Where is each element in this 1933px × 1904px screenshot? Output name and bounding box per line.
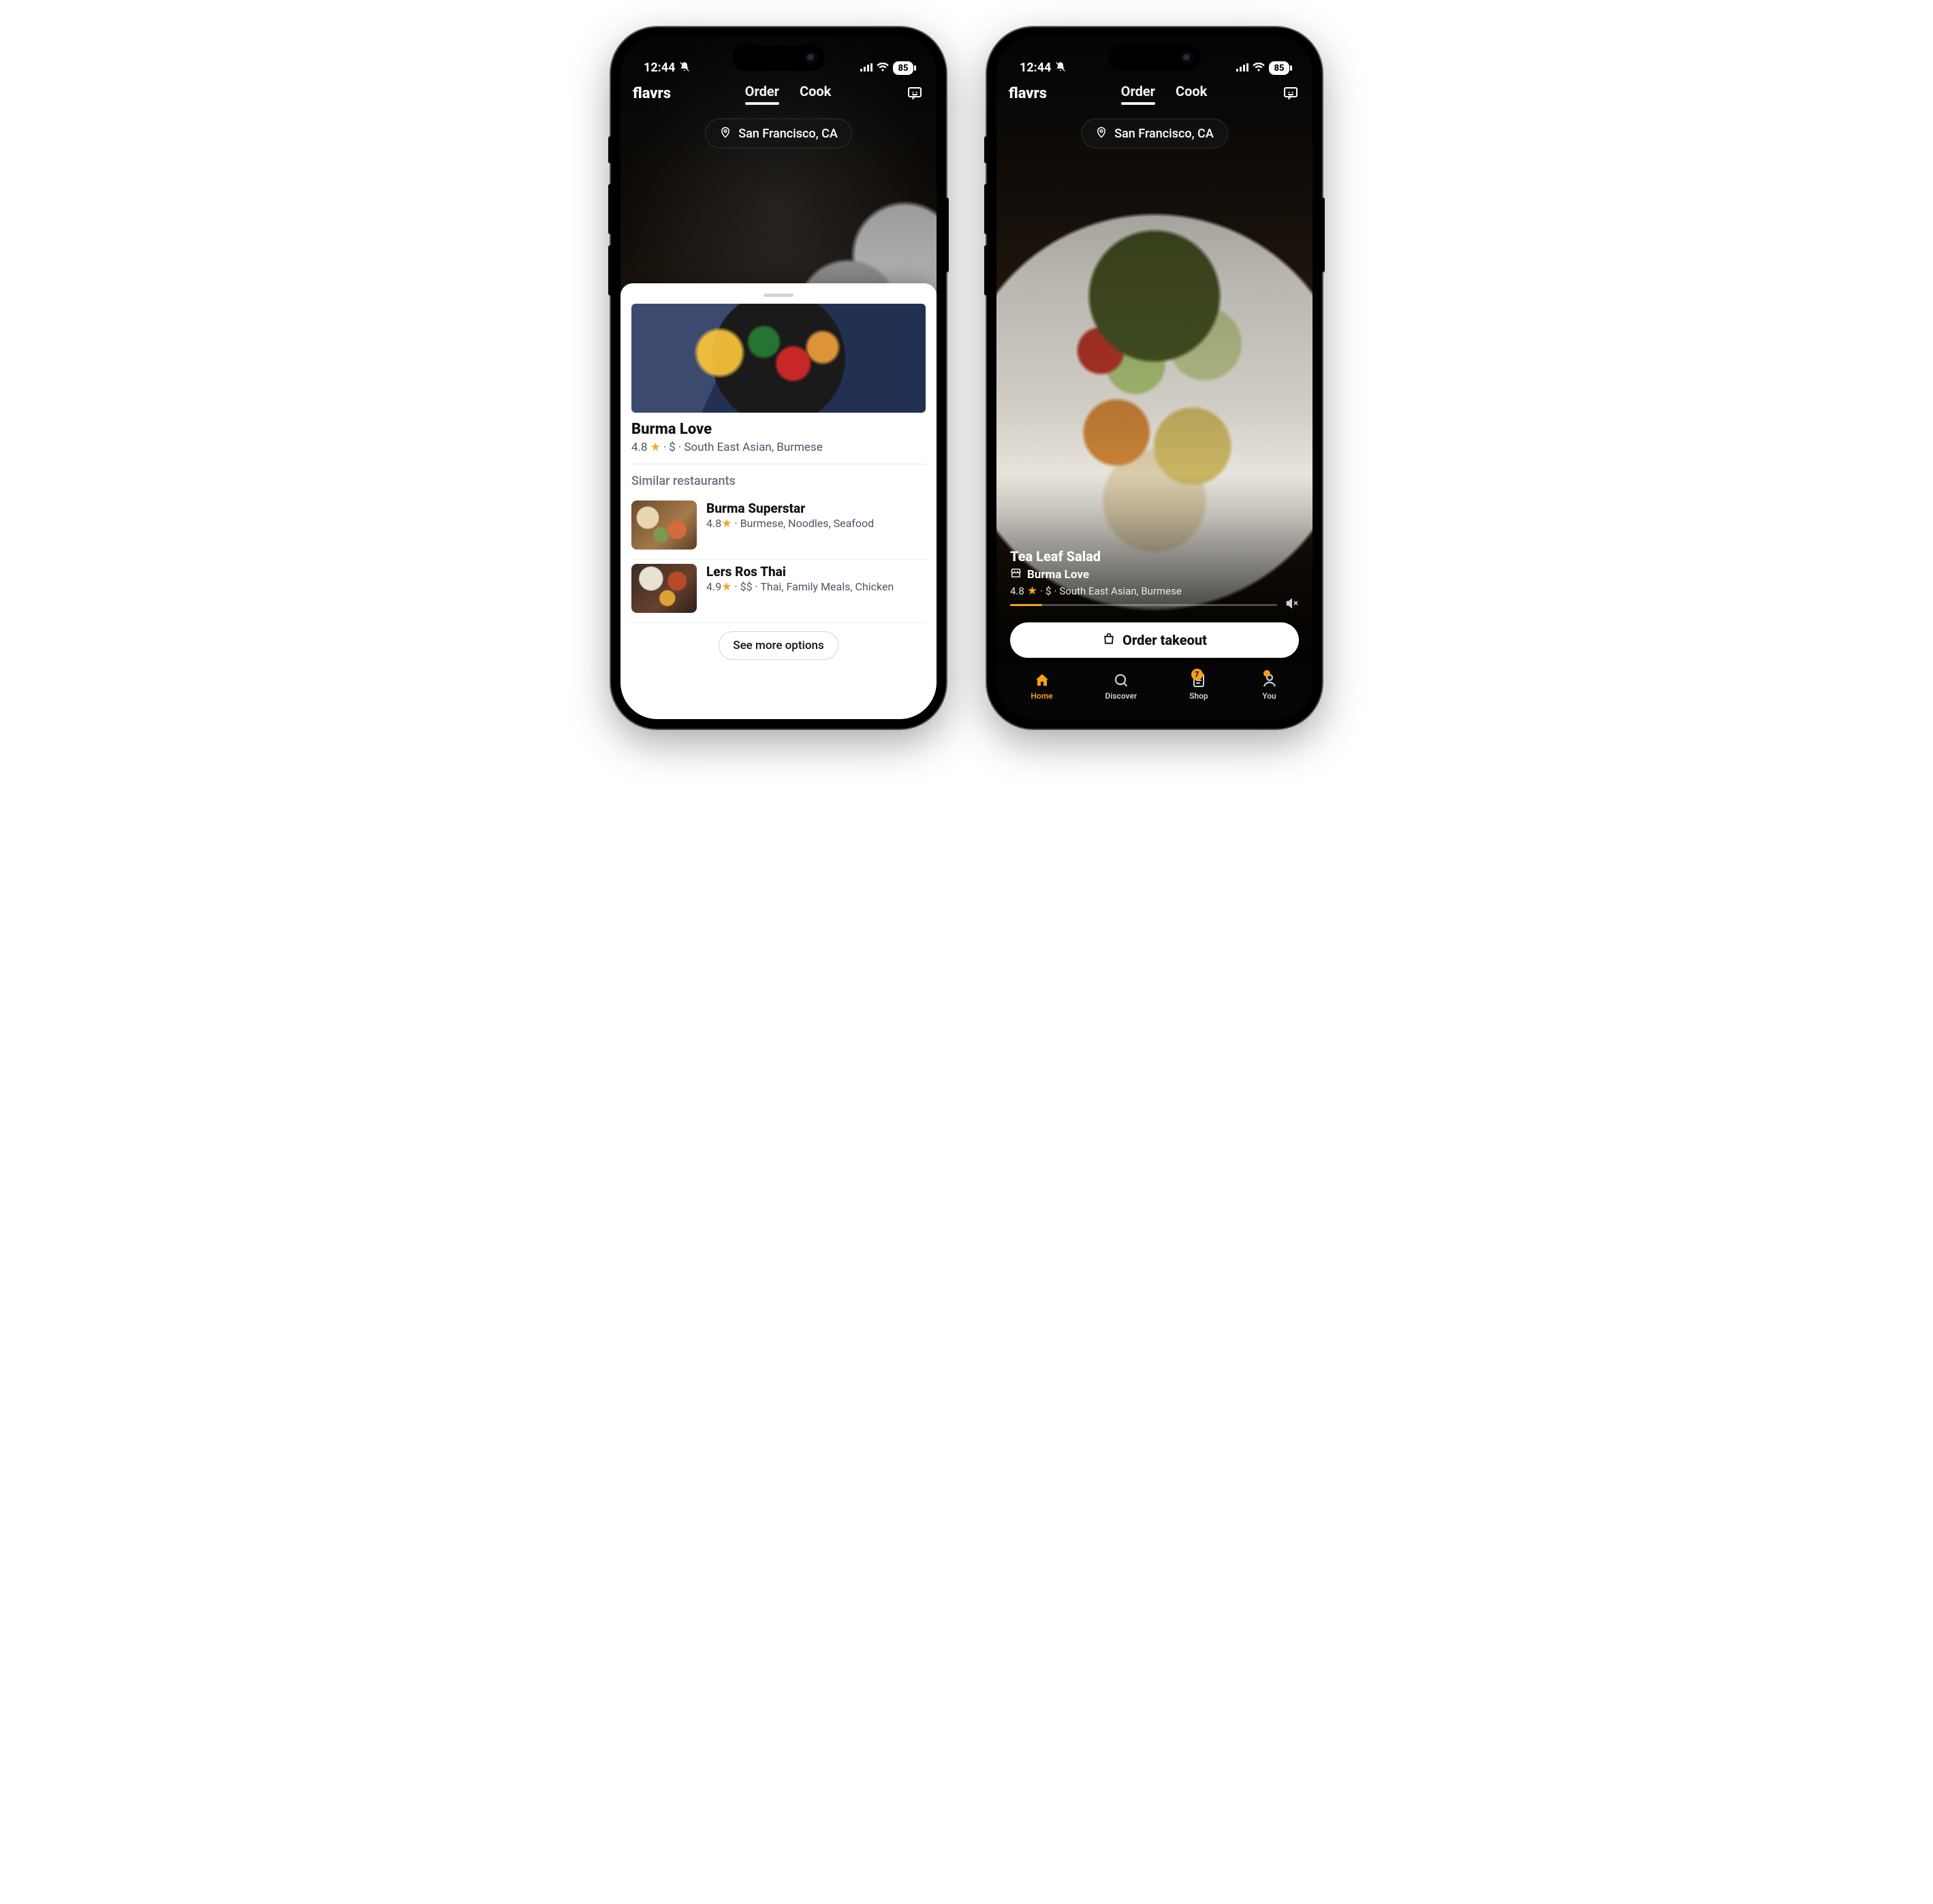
brand-logo: flavrs — [1009, 85, 1047, 102]
silence-icon — [679, 61, 690, 75]
nav-home[interactable]: Home — [1031, 671, 1052, 701]
store-icon — [1010, 567, 1022, 582]
phone-right: 12:44 85 flavrs Order Cook — [987, 27, 1322, 729]
similar-heading: Similar restaurants — [631, 474, 926, 488]
battery-badge: 85 — [1269, 61, 1289, 75]
silence-icon — [1055, 61, 1066, 75]
tab-cook[interactable]: Cook — [800, 83, 831, 104]
signal-icon — [860, 63, 873, 74]
nav-shop[interactable]: 7 Shop — [1189, 671, 1208, 701]
notification-dot-icon — [1263, 670, 1270, 677]
sheet-grip[interactable] — [764, 293, 793, 297]
similar-thumb — [631, 501, 697, 550]
similar-thumb — [631, 564, 697, 613]
location-pill[interactable]: San Francisco, CA — [705, 118, 852, 148]
wifi-icon — [1253, 63, 1265, 74]
status-time: 12:44 — [644, 61, 675, 75]
status-time: 12:44 — [1020, 61, 1051, 75]
shop-badge: 7 — [1191, 669, 1203, 680]
tab-order[interactable]: Order — [1121, 83, 1155, 104]
similar-restaurant-item[interactable]: Lers Ros Thai 4.9★ · $$ · Thai, Family M… — [631, 560, 926, 623]
restaurant-meta: 4.8★ · $ · South East Asian, Burmese — [631, 441, 926, 454]
dish-restaurant-link[interactable]: Burma Love — [1010, 567, 1299, 582]
dish-info: Tea Leaf Salad Burma Love 4.8★ ·$ ·South… — [1010, 548, 1299, 598]
brand-logo: flavrs — [633, 85, 671, 102]
signal-icon — [1236, 63, 1248, 74]
order-takeout-button[interactable]: Order takeout — [1010, 622, 1299, 658]
dish-title: Tea Leaf Salad — [1010, 548, 1299, 565]
tab-order[interactable]: Order — [745, 83, 779, 104]
restaurant-name[interactable]: Burma Love — [631, 421, 926, 438]
location-label: San Francisco, CA — [738, 127, 838, 141]
video-progress[interactable] — [1010, 604, 1277, 606]
location-pill[interactable]: San Francisco, CA — [1081, 118, 1228, 148]
battery-badge: 85 — [893, 61, 913, 75]
location-pin-icon — [1095, 126, 1107, 141]
similar-name: Lers Ros Thai — [706, 564, 926, 580]
location-label: San Francisco, CA — [1114, 127, 1214, 141]
similar-restaurant-item[interactable]: Burma Superstar 4.8★ · Burmese, Noodles,… — [631, 496, 926, 560]
chat-icon[interactable] — [905, 84, 924, 103]
star-icon: ★ — [721, 580, 732, 594]
wifi-icon — [877, 63, 889, 74]
mute-icon[interactable] — [1285, 597, 1299, 613]
similar-name: Burma Superstar — [706, 501, 926, 516]
chat-icon[interactable] — [1281, 84, 1300, 103]
location-pin-icon — [719, 126, 732, 141]
phone-left: 12:44 85 flavrs Order Cook — [611, 27, 946, 729]
nav-discover[interactable]: Discover — [1105, 671, 1137, 701]
see-more-button[interactable]: See more options — [719, 631, 838, 660]
restaurant-sheet[interactable]: Burma Love 4.8★ · $ · South East Asian, … — [620, 283, 937, 719]
shopping-bag-icon — [1102, 632, 1116, 649]
star-icon: ★ — [1027, 584, 1037, 598]
search-icon — [1112, 671, 1130, 689]
star-icon: ★ — [650, 441, 661, 454]
nav-you[interactable]: You — [1261, 671, 1278, 701]
star-icon: ★ — [721, 517, 732, 530]
tab-cook[interactable]: Cook — [1176, 83, 1207, 104]
app-header: flavrs Order Cook — [996, 76, 1313, 109]
app-header: flavrs Order Cook — [620, 76, 937, 109]
bottom-nav: Home Discover 7 Shop You — [996, 665, 1313, 719]
restaurant-hero-image[interactable] — [631, 304, 926, 413]
home-icon — [1033, 671, 1051, 689]
